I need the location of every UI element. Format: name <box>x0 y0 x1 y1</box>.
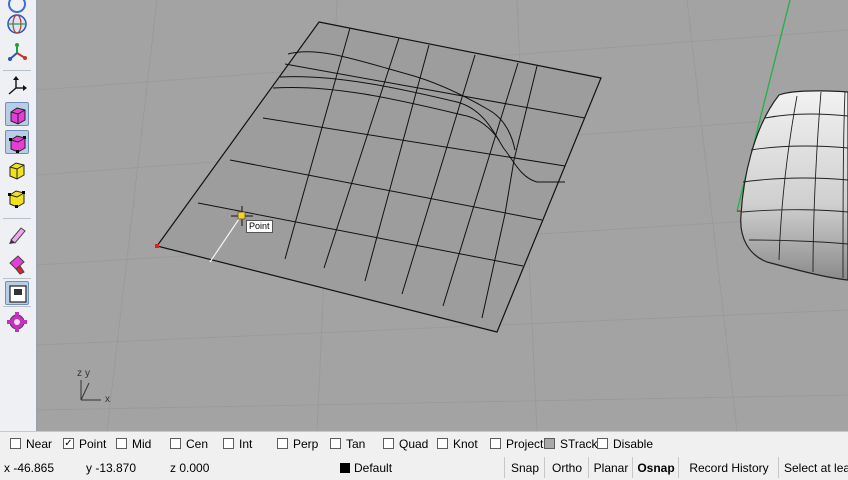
brush-icon <box>9 255 25 275</box>
osnap-cen[interactable]: Cen <box>170 432 208 455</box>
command-prompt-text: Select at leas <box>778 457 848 478</box>
osnap-int[interactable]: Int <box>223 432 252 455</box>
osnap-knot[interactable]: Knot <box>437 432 478 455</box>
record-history-toggle[interactable]: Record History <box>678 457 779 478</box>
move-gumball-button[interactable] <box>5 74 29 98</box>
osnap-label: STrack <box>560 436 598 451</box>
osnap-perp[interactable]: Perp <box>277 432 318 455</box>
axis-icon <box>8 43 27 61</box>
axis-label-x: x <box>105 394 110 405</box>
move-gumball-icon <box>8 76 27 95</box>
osnap-point[interactable]: ✓ Point <box>63 432 106 455</box>
snap-toggle[interactable]: Snap <box>504 457 545 478</box>
osnap-label: Project <box>506 436 544 451</box>
osnap-quad[interactable]: Quad <box>383 432 428 455</box>
axis-label-z: z <box>77 368 82 379</box>
osnap-toggle[interactable]: Osnap <box>632 457 679 478</box>
checkbox[interactable] <box>544 438 555 449</box>
osnap-label: Perp <box>293 436 319 451</box>
box-pink-button[interactable] <box>5 102 29 126</box>
pen-button[interactable] <box>5 222 29 246</box>
status-bar: x -46.865 y -13.870 z 0.000 Default Snap… <box>0 455 848 480</box>
box-pink-points-icon <box>9 135 26 153</box>
world-axis-indicator <box>80 380 101 401</box>
pen-icon <box>9 227 26 244</box>
checkbox[interactable] <box>277 438 288 449</box>
checkbox[interactable] <box>116 438 127 449</box>
checkbox[interactable] <box>10 438 21 449</box>
osnap-label: Tan <box>346 436 366 451</box>
layer-color-swatch <box>340 462 350 473</box>
checkbox[interactable] <box>170 438 181 449</box>
box-yellow-icon <box>9 162 25 180</box>
osnap-toolbar: Near ✓ Point Mid Cen Int Perp Tan Quad Kn… <box>0 431 848 456</box>
osnap-disable[interactable]: Disable <box>597 432 653 455</box>
box-yellow-button[interactable] <box>5 158 29 182</box>
checkbox[interactable] <box>490 438 501 449</box>
window-toggle-icon <box>9 285 27 303</box>
coord-x: x -46.865 <box>4 460 55 475</box>
planar-toggle[interactable]: Planar <box>588 457 633 478</box>
osnap-tan[interactable]: Tan <box>330 432 365 455</box>
layer-name: Default <box>354 460 393 475</box>
toolbar-separator <box>3 218 31 219</box>
osnap-label: Near <box>26 436 53 451</box>
coord-z: z 0.000 <box>170 460 210 475</box>
osnap-mid[interactable]: Mid <box>116 432 151 455</box>
osnap-project[interactable]: Project <box>490 432 543 455</box>
osnap-label: Knot <box>453 436 478 451</box>
start-point-marker <box>155 244 159 248</box>
axis-label-y: y <box>85 368 90 379</box>
osnap-label: Point <box>79 436 107 451</box>
viewport-scene[interactable] <box>37 0 848 431</box>
osnap-label: Int <box>239 436 253 451</box>
checkbox[interactable] <box>383 438 394 449</box>
toolbar-separator <box>3 70 31 71</box>
brush-button[interactable] <box>5 252 29 276</box>
coord-y: y -13.870 <box>86 460 137 475</box>
osnap-label: Disable <box>613 436 654 451</box>
rounded-box-object[interactable] <box>740 90 848 281</box>
checkbox[interactable] <box>223 438 234 449</box>
checkbox[interactable] <box>437 438 448 449</box>
osnap-near[interactable]: Near <box>10 432 52 455</box>
gear-cog-button[interactable] <box>5 310 29 334</box>
checkbox[interactable] <box>330 438 341 449</box>
osnap-label: Quad <box>399 436 429 451</box>
box-yellow-points-button[interactable] <box>5 186 29 210</box>
window-toggle-button[interactable] <box>5 281 29 305</box>
osnap-label: Cen <box>186 436 209 451</box>
checkbox[interactable] <box>597 438 608 449</box>
globe-icon <box>7 14 27 34</box>
box-pink-points-button[interactable] <box>5 130 29 154</box>
layer-indicator[interactable]: Default <box>340 455 392 480</box>
osnap-tooltip: Point <box>246 220 273 233</box>
toolbar-separator <box>3 278 31 279</box>
gear-cog-icon <box>7 312 27 332</box>
perspective-viewport[interactable]: Point z y x <box>37 0 848 431</box>
checkbox-checked[interactable]: ✓ <box>63 438 74 449</box>
box-yellow-points-icon <box>8 190 25 208</box>
toolbar-separator <box>3 306 31 307</box>
nurbs-surface[interactable] <box>155 21 602 333</box>
osnap-label: Mid <box>132 436 152 451</box>
box-pink-icon <box>10 107 26 125</box>
globe-button[interactable] <box>5 12 29 36</box>
osnap-strack[interactable]: STrack <box>544 432 598 455</box>
left-toolbar <box>0 0 37 431</box>
ortho-toggle[interactable]: Ortho <box>544 457 589 478</box>
axis-button[interactable] <box>5 40 29 64</box>
